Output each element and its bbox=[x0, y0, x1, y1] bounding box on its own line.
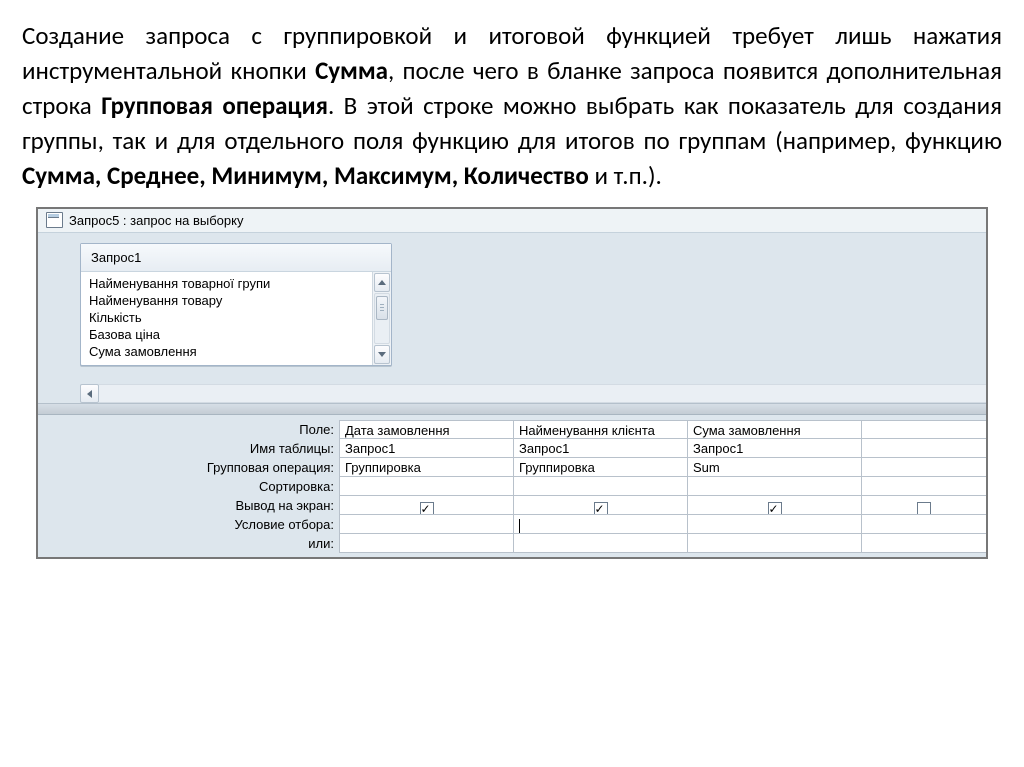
grid-cell[interactable] bbox=[861, 476, 986, 496]
scroll-thumb[interactable] bbox=[376, 296, 388, 320]
grid-cell[interactable] bbox=[861, 420, 986, 439]
chevron-left-icon bbox=[87, 390, 92, 398]
grid-cell[interactable]: Сума замовлення bbox=[687, 420, 862, 439]
grid-cell[interactable] bbox=[687, 533, 862, 553]
window-icon bbox=[46, 212, 63, 228]
text-run: и т.п.). bbox=[589, 160, 662, 191]
scroll-left-button[interactable] bbox=[80, 384, 99, 403]
qbe-grid: Поле: Дата замовлення Найменування клієн… bbox=[38, 415, 986, 557]
bold-functions-list: Сумма, Среднее, Минимум, Максимум, Колич… bbox=[22, 160, 589, 191]
list-item[interactable]: Базова ціна bbox=[87, 326, 366, 343]
show-checkbox[interactable] bbox=[768, 502, 782, 515]
show-checkbox[interactable] bbox=[420, 502, 434, 515]
row-sort: Сортировка: bbox=[38, 477, 986, 496]
row-criteria: Условие отбора: bbox=[38, 515, 986, 534]
grid-cell[interactable] bbox=[687, 476, 862, 496]
grid-cell[interactable] bbox=[339, 533, 514, 553]
bold-group-operation: Групповая операция bbox=[101, 90, 328, 121]
row-label-field: Поле: bbox=[38, 420, 340, 439]
window-title: Запрос5 : запрос на выборку bbox=[69, 213, 243, 228]
tables-pane-hscroll[interactable] bbox=[80, 384, 986, 403]
grid-cell[interactable]: Запрос1 bbox=[339, 438, 514, 458]
row-label-sort: Сортировка: bbox=[38, 477, 340, 496]
grid-cell[interactable] bbox=[861, 495, 986, 515]
list-item[interactable]: Кількість bbox=[87, 309, 366, 326]
grid-cell[interactable] bbox=[861, 514, 986, 534]
grid-cell[interactable]: Sum bbox=[687, 457, 862, 477]
scroll-up-button[interactable] bbox=[374, 273, 390, 292]
show-checkbox[interactable] bbox=[594, 502, 608, 515]
chevron-up-icon bbox=[378, 280, 386, 285]
scroll-track[interactable] bbox=[99, 384, 986, 403]
tables-pane: Запрос1 Найменування товарної групи Найм… bbox=[38, 232, 986, 403]
window-titlebar: Запрос5 : запрос на выборку bbox=[38, 209, 986, 232]
row-field: Поле: Дата замовлення Найменування клієн… bbox=[38, 420, 986, 439]
row-label-criteria: Условие отбора: bbox=[38, 515, 340, 534]
list-item[interactable]: Найменування товарної групи bbox=[87, 275, 366, 292]
grid-cell[interactable]: Запрос1 bbox=[687, 438, 862, 458]
description-paragraph: Создание запроса с группировкой и итогов… bbox=[22, 18, 1002, 193]
list-item[interactable]: Сума замовлення bbox=[87, 343, 366, 360]
row-or: или: bbox=[38, 534, 986, 553]
row-label-group-operation: Групповая операция: bbox=[38, 458, 340, 477]
bold-summa: Сумма bbox=[315, 55, 388, 86]
vertical-scrollbar[interactable] bbox=[372, 272, 391, 365]
grid-cell[interactable]: Дата замовлення bbox=[339, 420, 514, 439]
scroll-track[interactable] bbox=[374, 293, 390, 344]
row-label-table: Имя таблицы: bbox=[38, 439, 340, 458]
text-caret bbox=[519, 519, 520, 533]
show-checkbox[interactable] bbox=[917, 502, 931, 515]
grid-cell[interactable] bbox=[339, 514, 514, 534]
grid-cell[interactable]: Запрос1 bbox=[513, 438, 688, 458]
row-table: Имя таблицы: Запрос1 Запрос1 Запрос1 bbox=[38, 439, 986, 458]
grid-cell[interactable] bbox=[861, 457, 986, 477]
grid-cell[interactable] bbox=[339, 495, 514, 515]
list-item[interactable]: Найменування товару bbox=[87, 292, 366, 309]
query-designer-window: Запрос5 : запрос на выборку Запрос1 Найм… bbox=[36, 207, 988, 559]
grid-cell[interactable] bbox=[513, 495, 688, 515]
source-field-list[interactable]: Найменування товарної групи Найменування… bbox=[81, 272, 372, 365]
grid-cell[interactable] bbox=[339, 476, 514, 496]
grid-cell[interactable] bbox=[513, 514, 688, 534]
scroll-down-button[interactable] bbox=[374, 345, 390, 364]
row-label-show: Вывод на экран: bbox=[38, 496, 340, 515]
source-table-panel[interactable]: Запрос1 Найменування товарної групи Найм… bbox=[80, 243, 392, 366]
row-group-operation: Групповая операция: Группировка Группиро… bbox=[38, 458, 986, 477]
pane-splitter[interactable] bbox=[38, 403, 986, 415]
grid-cell[interactable]: Группировка bbox=[339, 457, 514, 477]
grid-cell[interactable] bbox=[687, 514, 862, 534]
grid-cell[interactable]: Группировка bbox=[513, 457, 688, 477]
grid-cell[interactable]: Найменування клієнта bbox=[513, 420, 688, 439]
row-show: Вывод на экран: bbox=[38, 496, 986, 515]
row-label-or: или: bbox=[38, 534, 340, 553]
grid-cell[interactable] bbox=[861, 438, 986, 458]
grid-cell[interactable] bbox=[513, 533, 688, 553]
grid-cell[interactable] bbox=[513, 476, 688, 496]
grid-cell[interactable] bbox=[687, 495, 862, 515]
chevron-down-icon bbox=[378, 352, 386, 357]
grid-cell[interactable] bbox=[861, 533, 986, 553]
source-table-header: Запрос1 bbox=[81, 244, 391, 272]
